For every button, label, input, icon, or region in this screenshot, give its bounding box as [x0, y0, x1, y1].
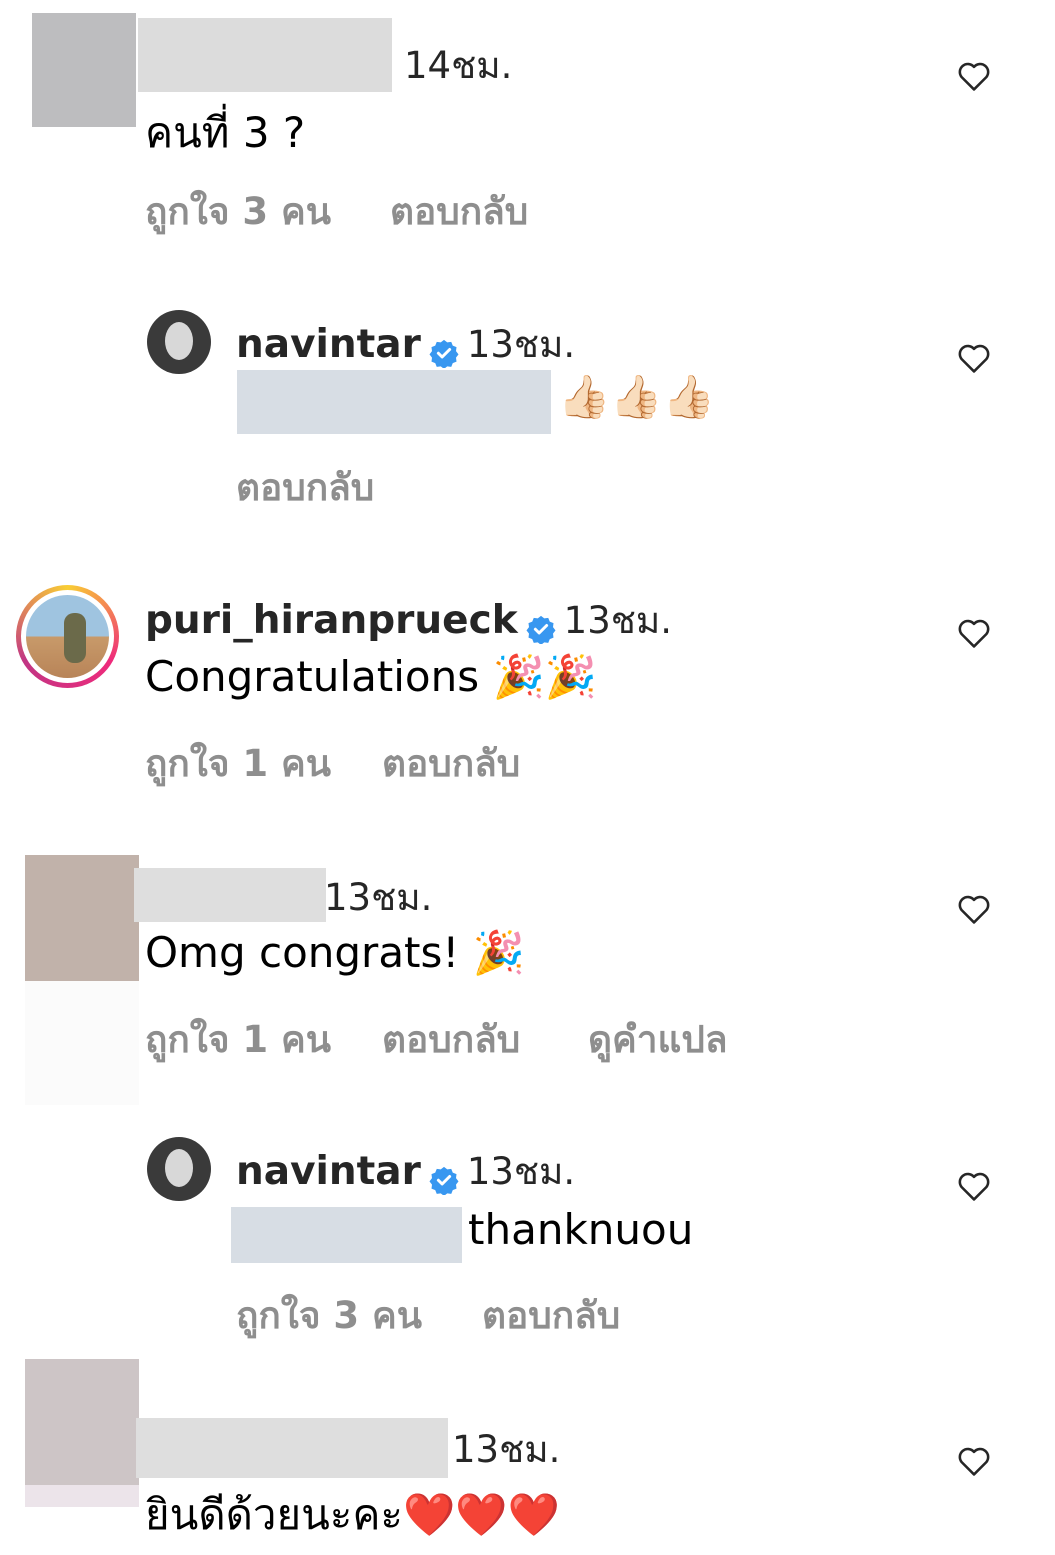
username[interactable]: navintar: [236, 322, 421, 367]
heart-outline-icon[interactable]: [957, 893, 991, 925]
comment-time: 13ชม.: [466, 323, 576, 366]
reply-button[interactable]: ตอบกลับ: [382, 734, 520, 793]
verified-badge-icon: [429, 1166, 459, 1195]
reply-button[interactable]: ตอบกลับ: [390, 182, 528, 241]
avatar[interactable]: [25, 855, 139, 981]
heart-outline-icon[interactable]: [957, 1170, 991, 1202]
reply-button[interactable]: ตอบกลับ: [236, 458, 374, 517]
like-count[interactable]: ถูกใจ 3 คน: [145, 182, 331, 241]
comment-time: 13ชม.: [466, 1150, 576, 1193]
username-row: navintar 13ชม.: [236, 315, 575, 374]
reply-button[interactable]: ตอบกลับ: [482, 1286, 620, 1345]
like-count[interactable]: ถูกใจ 1 คน: [145, 734, 331, 793]
mention-redacted[interactable]: [237, 370, 551, 434]
comment-text: ยินดีด้วยนะคะ❤️❤️❤️: [145, 1490, 560, 1539]
avatar[interactable]: [32, 13, 136, 127]
verified-badge-icon: [429, 339, 459, 368]
username-row: puri_hiranprueck 13ชม.: [145, 591, 672, 650]
comment-time: 14ชม.: [404, 44, 513, 87]
comment-time: 13ชม.: [324, 876, 433, 919]
comment-text: 👍🏻👍🏻👍🏻: [558, 372, 715, 421]
verified-badge-icon: [526, 615, 556, 644]
avatar-shadow: [25, 981, 139, 1105]
story-ring-avatar[interactable]: [16, 585, 119, 688]
username-redacted[interactable]: [136, 1418, 448, 1478]
comment-time: 13ชม.: [452, 1428, 561, 1471]
comment-text: Congratulations 🎉🎉: [145, 652, 598, 701]
avatar-shadow: [25, 1485, 139, 1507]
comment-text: thanknuou: [468, 1205, 694, 1254]
username-redacted[interactable]: [138, 18, 392, 92]
reply-button[interactable]: ตอบกลับ: [382, 1010, 520, 1069]
username-redacted[interactable]: [134, 868, 326, 922]
comment-time: 13ชม.: [563, 599, 673, 642]
see-translation-button[interactable]: ดูคำแปล: [588, 1010, 728, 1069]
comment-text: คนที่ 3 ?: [145, 108, 306, 157]
heart-outline-icon[interactable]: [957, 617, 991, 649]
like-count[interactable]: ถูกใจ 3 คน: [236, 1286, 422, 1345]
heart-outline-icon[interactable]: [957, 60, 991, 92]
avatar[interactable]: [147, 1137, 211, 1201]
avatar[interactable]: [25, 1359, 139, 1485]
username[interactable]: puri_hiranprueck: [145, 598, 518, 643]
avatar[interactable]: [147, 310, 211, 374]
username-row: navintar 13ชม.: [236, 1142, 575, 1201]
mention-redacted[interactable]: [231, 1207, 462, 1263]
comment-text: Omg congrats! 🎉: [145, 928, 525, 977]
like-count[interactable]: ถูกใจ 1 คน: [145, 1010, 331, 1069]
heart-outline-icon[interactable]: [957, 342, 991, 374]
username[interactable]: navintar: [236, 1149, 421, 1194]
heart-outline-icon[interactable]: [957, 1445, 991, 1477]
